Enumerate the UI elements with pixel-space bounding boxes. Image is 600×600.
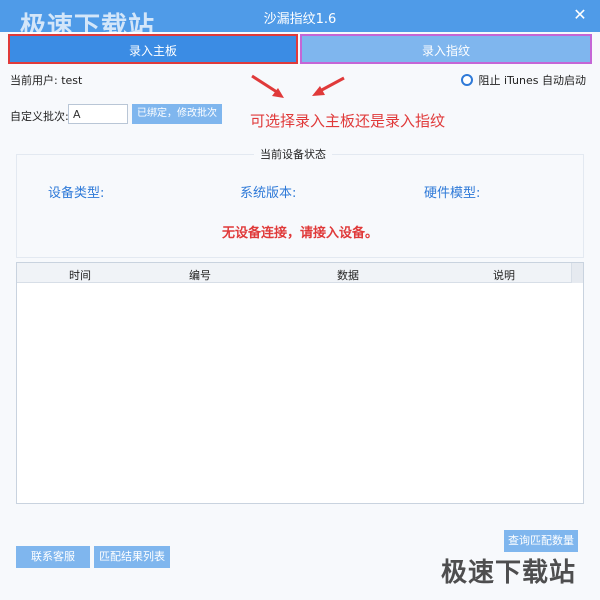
batch-input[interactable] <box>68 104 128 124</box>
table-header: 时间 编号 数据 说明 <box>17 263 583 283</box>
device-status-title: 当前设备状态 <box>254 146 332 162</box>
app-window: 极速下载站 沙漏指纹1.6 ✕ 录入主板 录入指纹 当前用户: test 阻止 … <box>0 0 600 600</box>
close-icon[interactable]: ✕ <box>570 5 590 25</box>
hardware-model-label: 硬件模型: <box>424 186 481 201</box>
annotation-text: 可选择录入主板还是录入指纹 <box>250 112 446 130</box>
tab-enter-mainboard[interactable]: 录入主板 <box>8 34 298 64</box>
system-version-label: 系统版本: <box>240 186 297 201</box>
contact-support-button[interactable]: 联系客服 <box>16 546 90 568</box>
tab-bar: 录入主板 录入指纹 <box>0 32 600 66</box>
watermark-logo-bottom: 极速下载站 <box>440 558 576 588</box>
modify-batch-button[interactable]: 已绑定，修改批次 <box>132 104 222 124</box>
title-bar: 极速下载站 沙漏指纹1.6 ✕ <box>0 0 600 42</box>
radio-icon[interactable] <box>461 74 474 86</box>
query-match-count-button[interactable]: 查询匹配数量 <box>504 530 578 552</box>
no-device-message: 无设备连接，请接入设备。 <box>221 226 378 241</box>
device-status-group <box>16 154 584 258</box>
batch-label: 自定义批次: <box>10 110 69 123</box>
annotation-arrow-right-icon <box>312 76 345 96</box>
current-user-label: 当前用户: test <box>10 74 83 87</box>
scrollbar[interactable] <box>571 263 583 283</box>
column-header-time[interactable]: 时间 <box>69 267 91 283</box>
column-header-description[interactable]: 说明 <box>493 267 515 283</box>
block-itunes-option[interactable]: 阻止 iTunes 自动启动 <box>461 72 586 88</box>
records-table[interactable]: 时间 编号 数据 说明 <box>16 262 584 504</box>
device-type-label: 设备类型: <box>48 186 105 201</box>
column-header-number[interactable]: 编号 <box>189 267 211 283</box>
column-header-data[interactable]: 数据 <box>337 267 359 283</box>
tab-enter-fingerprint[interactable]: 录入指纹 <box>300 34 592 64</box>
match-results-list-button[interactable]: 匹配结果列表 <box>94 546 170 568</box>
window-title: 沙漏指纹1.6 <box>263 12 337 27</box>
annotation-arrow-left-icon <box>251 74 284 98</box>
block-itunes-label: 阻止 iTunes 自动启动 <box>478 74 586 87</box>
